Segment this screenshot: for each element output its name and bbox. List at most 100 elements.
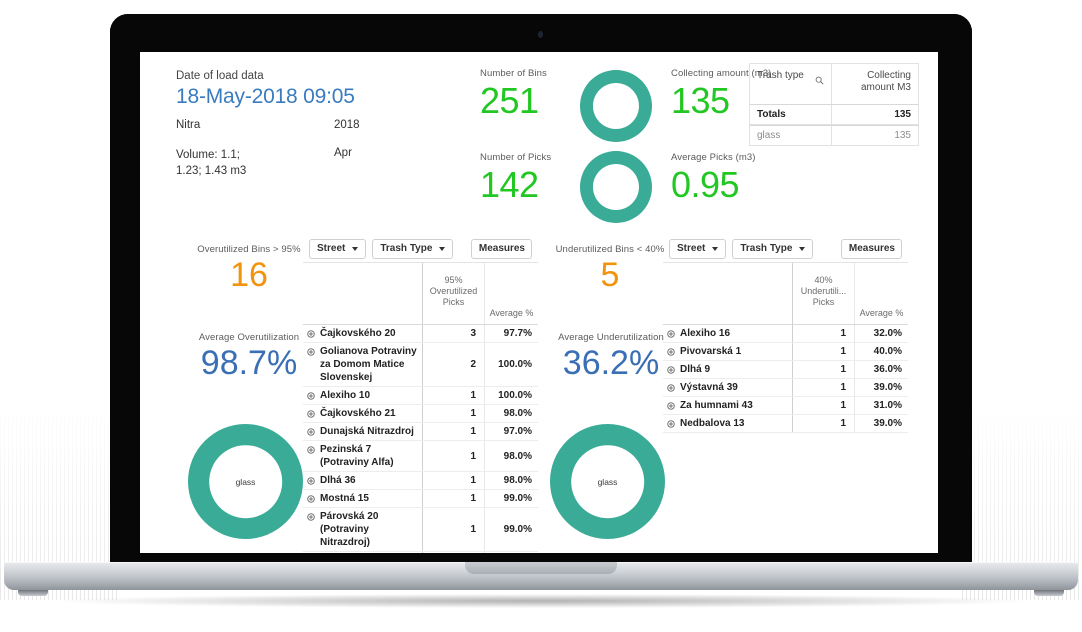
table-row[interactable]: Golianova Potraviny za Domom Matice Slov… [303,343,538,387]
table-row[interactable]: Čajkovského 21 1 98.0% [303,405,538,423]
row-street-cell[interactable]: Golianova Potraviny za Domom Matice Slov… [303,343,422,386]
row-street-cell[interactable]: Dlhá 9 [663,361,792,378]
summary-header-collecting-amount-label: Collecting amount M3 [860,70,911,93]
left-filter-street[interactable]: Street [309,238,367,259]
right-filter-street[interactable]: Street [669,238,727,259]
left-col-picks[interactable]: 95% Overutilized Picks [422,263,484,324]
summary-header-collecting-amount[interactable]: Collecting amount M3 [832,64,918,104]
row-picks-cell: 1 [422,490,484,507]
row-average-cell: 100.0% [484,387,538,404]
row-street-label: Pivovarská 1 [680,346,742,357]
kpi-underutilized-value: 5 [600,256,620,294]
row-street-label: Výstavná 39 [680,382,738,393]
table-row[interactable]: Párovská 20 (Potraviny Nitrazdroj) 1 99.0% [303,508,538,552]
right-col-average[interactable]: Average % [854,263,908,324]
row-street-cell[interactable]: Mostná 15 [303,490,422,507]
search-icon[interactable] [815,76,824,85]
row-street-cell[interactable]: Pezinská 7 (Potraviny Alfa) [303,441,422,471]
expand-bin-icon[interactable] [667,348,675,356]
row-street-cell[interactable]: Dlhá 36 [303,472,422,489]
table-row[interactable]: Alexiho 10 1 100.0% [303,387,538,405]
row-average-cell: 98.0% [484,472,538,489]
donut-chart-bins[interactable]: .donut.d1:after{width:46px;height:46px;} [580,70,652,142]
table-row[interactable]: Pivovarská 1 1 40.0% [663,343,908,361]
row-average-cell: 97.0% [484,423,538,440]
donut-chart-picks[interactable] [580,151,652,223]
row-street-label: Čajkovského 20 [320,328,396,339]
table-row[interactable]: Alexiho 16 1 32.0% [663,325,908,343]
row-street-label: Dlhá 9 [680,364,711,375]
dashboard-screen: Date of load data 18-May-2018 09:05 Nitr… [140,52,938,553]
table-row[interactable]: Čajkovského 20 3 97.7% [303,325,538,343]
expand-bin-icon[interactable] [307,330,315,338]
right-filter-trash-type[interactable]: Trash Type [732,238,814,259]
left-filter-trash-type-label: Trash Type [380,243,433,254]
right-col-picks[interactable]: 40% Underutili... Picks [792,263,854,324]
donut-chart-overutilized-glass[interactable]: glass [188,424,303,539]
row-street-cell[interactable]: Čajkovského 21 [303,405,422,422]
row-street-cell[interactable]: Alexiho 16 [663,325,792,342]
expand-bin-icon[interactable] [667,402,675,410]
summary-row-totals: Totals 135 [749,104,919,125]
row-street-cell[interactable]: Párovská 20 (Potraviny Nitrazdroj) [303,508,422,551]
left-measures-chip[interactable]: Measures [470,238,532,259]
expand-bin-icon[interactable] [667,366,675,374]
kpi-average-overutilization: Average Overutilization 98.7% [176,332,322,383]
row-street-cell[interactable]: Nedbalova 13 [663,415,792,432]
expand-bin-icon[interactable] [307,410,315,418]
table-row[interactable]: Pezinská 7 (Potraviny Alfa) 1 98.0% [303,441,538,472]
row-street-cell[interactable]: Za humnami 43 [663,397,792,414]
expand-bin-icon[interactable] [667,420,675,428]
row-average-cell: 98.0% [484,441,538,471]
row-street-cell[interactable]: Chmeľová dolina 7 [303,552,422,553]
table-row[interactable]: Dlhá 36 1 98.0% [303,472,538,490]
right-measures-chip[interactable]: Measures [840,238,902,259]
kpi-collecting-value: 135 [671,80,730,121]
table-row[interactable]: Nedbalova 13 1 39.0% [663,415,908,433]
row-picks-cell: 1 [422,472,484,489]
row-street-cell[interactable]: Výstavná 39 [663,379,792,396]
expand-bin-icon[interactable] [667,384,675,392]
table-row[interactable]: Výstavná 39 1 39.0% [663,379,908,397]
row-picks-cell: 3 [422,325,484,342]
summary-table-header: Trash type Collecting amount M3 [749,63,919,104]
table-row[interactable]: Za humnami 43 1 31.0% [663,397,908,415]
right-pivot-filter-bar: Street Trash Type Measures [663,235,908,263]
expand-bin-icon[interactable] [307,392,315,400]
left-pivot-rows: Čajkovského 20 3 97.7% Golianova Potraviny … [303,325,538,553]
expand-bin-icon[interactable] [307,446,315,454]
row-street-cell[interactable]: Čajkovského 20 [303,325,422,342]
summary-header-trash-type[interactable]: Trash type [750,64,832,104]
table-row[interactable]: Dunajská Nitrazdroj 1 97.0% [303,423,538,441]
expand-bin-icon[interactable] [307,428,315,436]
chevron-down-icon [712,246,719,251]
right-col-picks-line1: 40% [814,274,833,285]
summary-totals-value: 135 [894,109,911,120]
row-average-cell: 39.0% [854,415,908,432]
row-average-cell: 99.0% [484,490,538,507]
expand-bin-icon[interactable] [667,330,675,338]
expand-bin-icon[interactable] [307,477,315,485]
row-street-cell[interactable]: Alexiho 10 [303,387,422,404]
left-pivot-column-headers: 95% Overutilized Picks Average % [303,263,538,325]
expand-bin-icon[interactable] [307,495,315,503]
row-picks-cell: 1 [792,325,854,342]
left-col-average[interactable]: Average % [484,263,538,324]
row-picks-cell: 1 [422,387,484,404]
donut-right-label: glass [597,476,618,487]
left-filter-trash-type[interactable]: Trash Type [372,238,454,259]
table-row[interactable]: Mostná 15 1 99.0% [303,490,538,508]
donut-chart-underutilized-glass[interactable]: glass [550,424,665,539]
row-street-cell[interactable]: Dunajská Nitrazdroj [303,423,422,440]
row-picks-cell: 2 [422,343,484,386]
expand-bin-icon[interactable] [307,513,315,521]
laptop-trackpad-notch [465,562,617,574]
summary-row-glass[interactable]: glass 135 [749,125,919,146]
row-street-cell[interactable]: Pivovarská 1 [663,343,792,360]
table-row[interactable]: Chmeľová dolina 7199.0% [303,552,538,553]
row-street-label: Alexiho 16 [680,328,731,339]
table-row[interactable]: Dlhá 9 1 36.0% [663,361,908,379]
city-label: Nitra [176,119,201,131]
expand-bin-icon[interactable] [307,348,315,356]
row-average-cell: 40.0% [854,343,908,360]
